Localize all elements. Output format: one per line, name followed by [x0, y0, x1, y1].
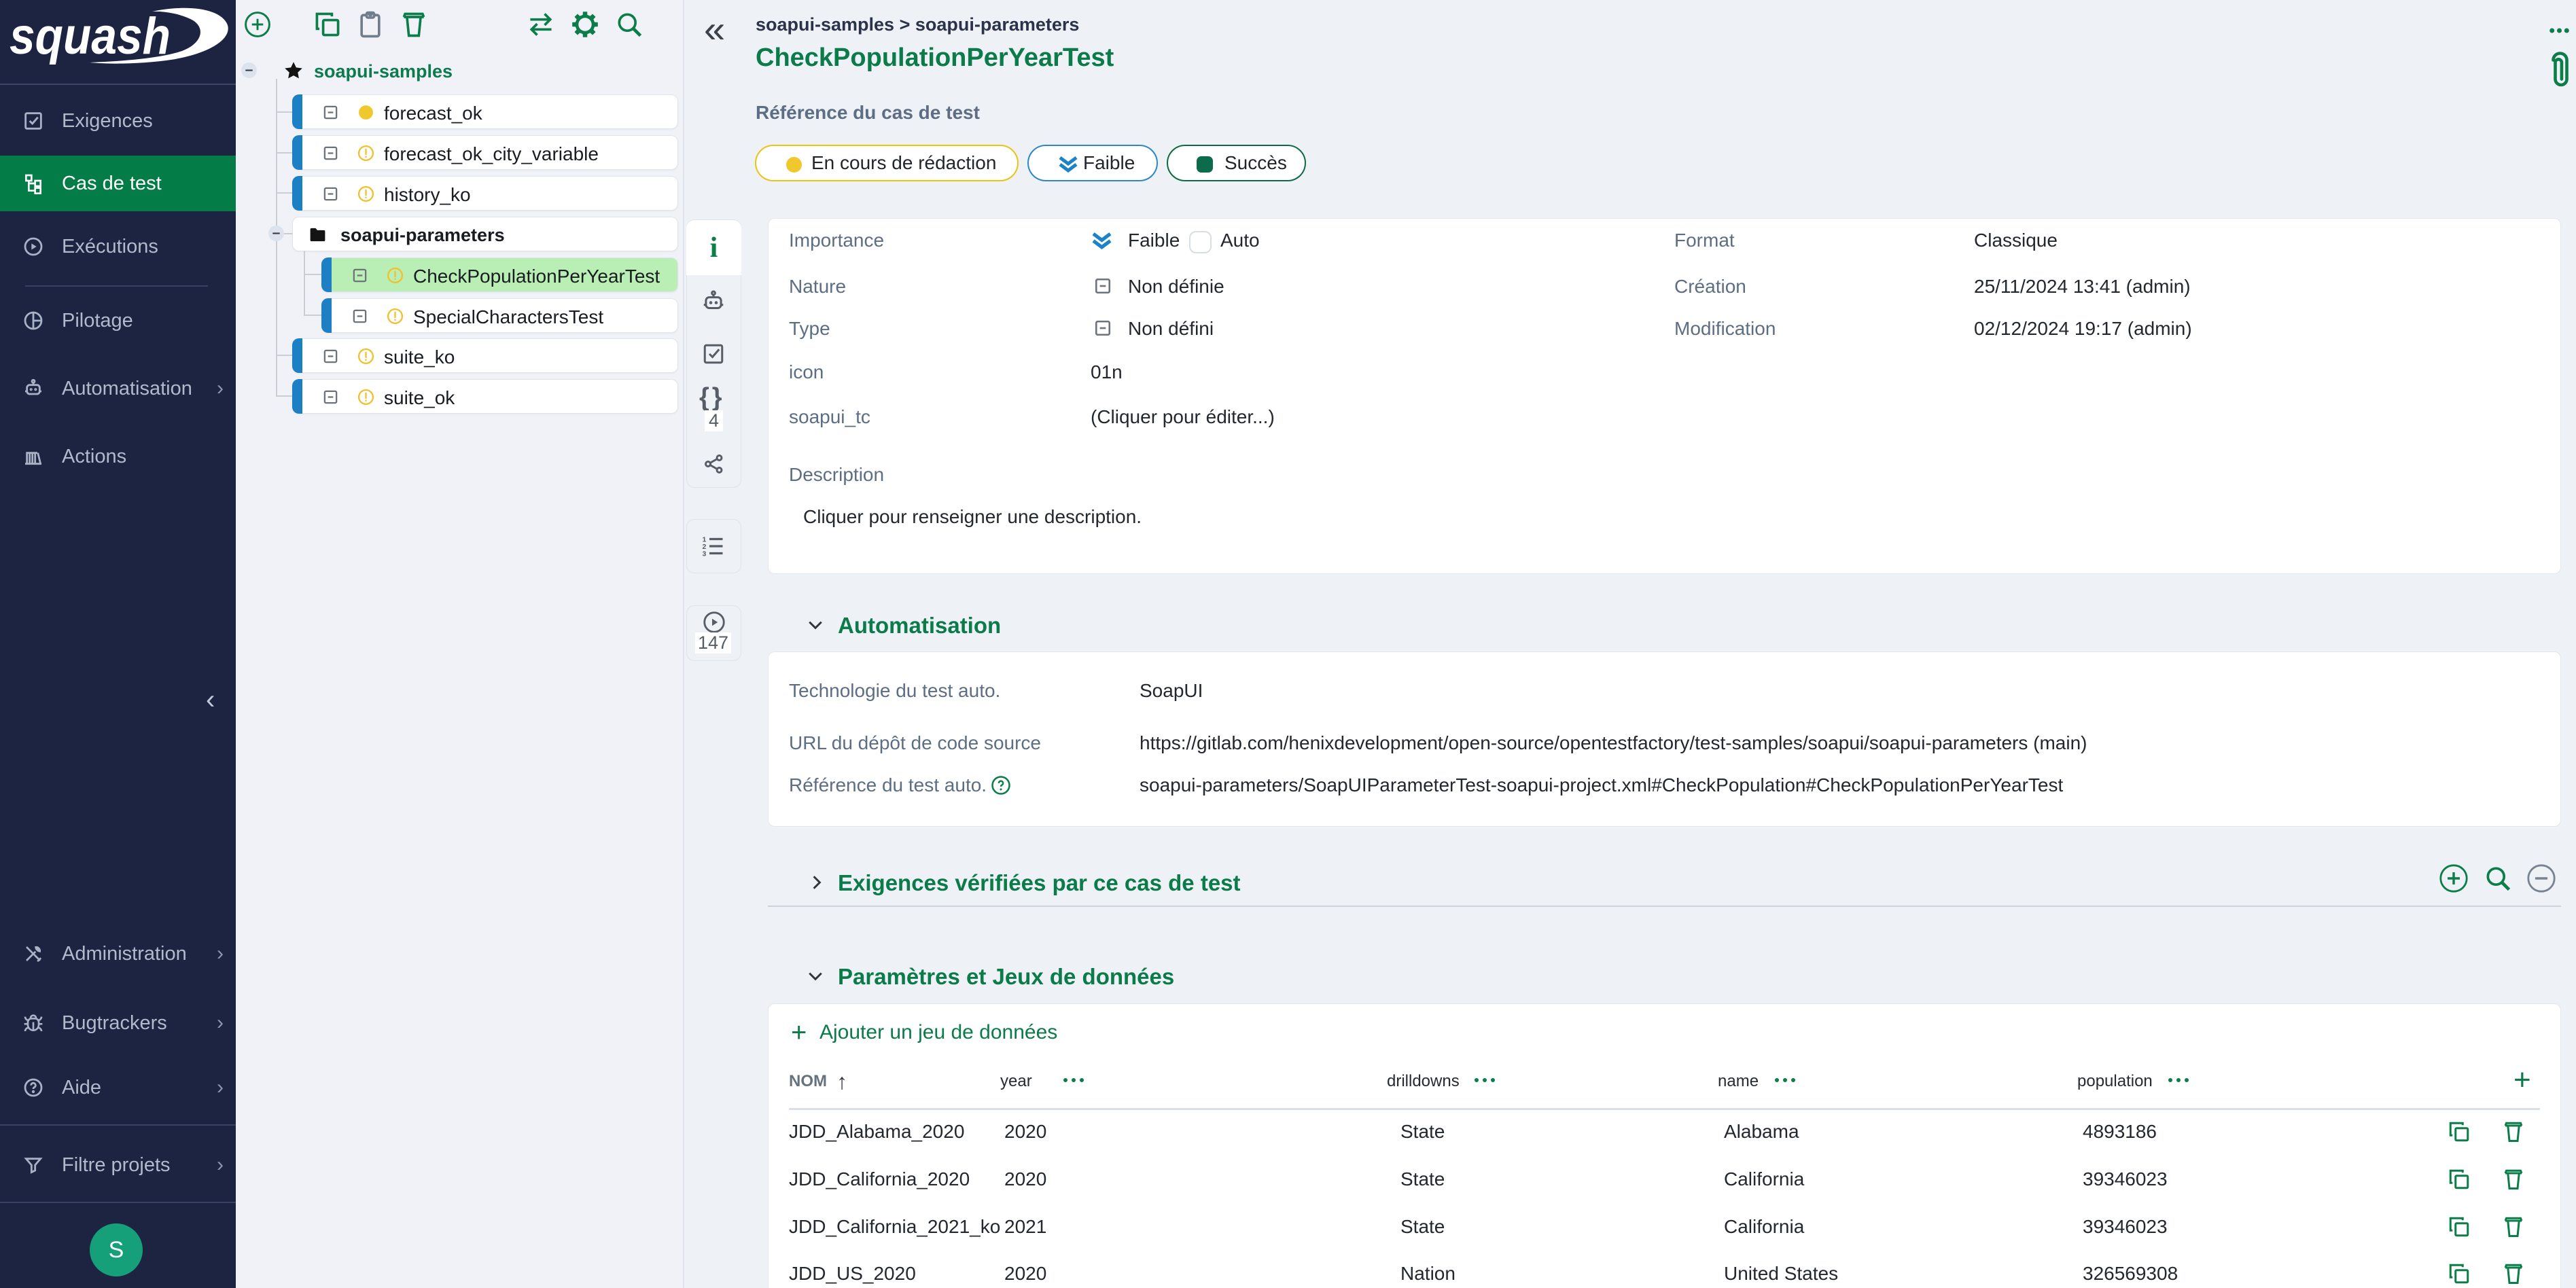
svg-text:3: 3 [703, 550, 707, 558]
svg-text:squash: squash [10, 7, 171, 65]
